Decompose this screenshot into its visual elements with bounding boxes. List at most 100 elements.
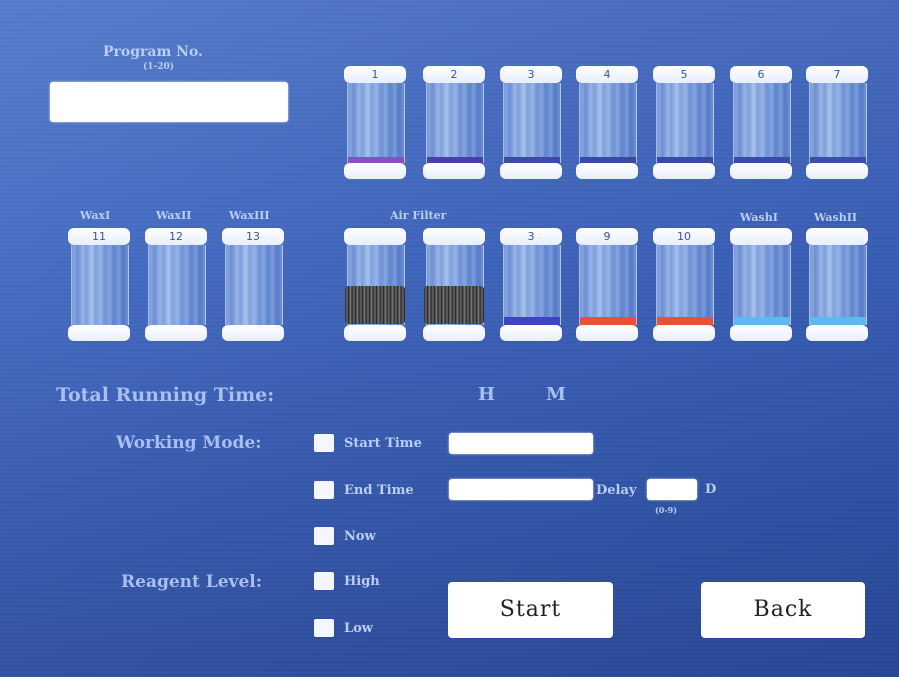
lower-bottle-body bbox=[733, 245, 791, 325]
delay-range: (0-9) bbox=[655, 505, 678, 515]
high-checkbox[interactable] bbox=[314, 572, 334, 590]
top-bottle-base bbox=[423, 163, 485, 179]
air-filter-cartridge bbox=[424, 286, 484, 324]
lower-bottle-number bbox=[730, 228, 792, 245]
wax3-label: WaxIII bbox=[229, 209, 270, 222]
lower-bottle-base bbox=[500, 325, 562, 341]
air-filter-bottle-base bbox=[344, 325, 406, 341]
top-bottle-body bbox=[809, 83, 867, 163]
top-bottle-body bbox=[426, 83, 484, 163]
air-filter-bottle-number bbox=[344, 228, 406, 245]
top-bottle[interactable]: 4 bbox=[576, 66, 638, 179]
wax2-label: WaxII bbox=[156, 209, 192, 222]
lower-bottle[interactable]: 9 bbox=[576, 228, 638, 341]
delay-input[interactable] bbox=[647, 479, 697, 500]
lower-bottle-liquid bbox=[734, 317, 790, 325]
low-checkbox[interactable] bbox=[314, 619, 334, 637]
top-bottle-base bbox=[576, 163, 638, 179]
air-filter-cartridge bbox=[345, 286, 405, 324]
top-bottle-number: 7 bbox=[806, 66, 868, 83]
program-number-input[interactable] bbox=[50, 82, 288, 122]
wax-bottle-base bbox=[145, 325, 207, 341]
lower-bottle-body bbox=[579, 245, 637, 325]
now-checkbox[interactable] bbox=[314, 527, 334, 545]
wax-bottle[interactable]: 12 bbox=[145, 228, 207, 341]
air-filter-bottle-number bbox=[423, 228, 485, 245]
lower-bottle-body bbox=[503, 245, 561, 325]
top-bottle-number: 5 bbox=[653, 66, 715, 83]
top-bottle[interactable]: 3 bbox=[500, 66, 562, 179]
top-bottle-body bbox=[347, 83, 405, 163]
start-time-checkbox[interactable] bbox=[314, 434, 334, 452]
top-bottle-number: 1 bbox=[344, 66, 406, 83]
air-filter-bottle[interactable] bbox=[423, 228, 485, 341]
lower-bottle-base bbox=[730, 325, 792, 341]
top-bottle-base bbox=[806, 163, 868, 179]
top-bottle[interactable]: 7 bbox=[806, 66, 868, 179]
wax-bottle-base bbox=[68, 325, 130, 341]
top-bottle-body bbox=[733, 83, 791, 163]
top-bottle-body bbox=[656, 83, 714, 163]
lower-bottle-liquid bbox=[657, 317, 713, 325]
lower-bottle-base bbox=[653, 325, 715, 341]
working-mode-label: Working Mode: bbox=[116, 433, 262, 453]
wax1-label: WaxI bbox=[80, 209, 111, 222]
lower-bottle[interactable]: 3 bbox=[500, 228, 562, 341]
wax-bottle-number: 13 bbox=[222, 228, 284, 245]
start-time-input[interactable] bbox=[449, 433, 593, 454]
top-bottle-number: 4 bbox=[576, 66, 638, 83]
start-button[interactable]: Start bbox=[448, 582, 613, 638]
wash2-label: WashII bbox=[814, 211, 858, 224]
lower-bottle-number: 10 bbox=[653, 228, 715, 245]
end-time-label: End Time bbox=[344, 483, 414, 498]
top-bottle-number: 3 bbox=[500, 66, 562, 83]
wax-bottle-number: 12 bbox=[145, 228, 207, 245]
end-time-input[interactable] bbox=[449, 479, 593, 500]
top-bottle-base bbox=[730, 163, 792, 179]
high-label: High bbox=[344, 574, 380, 589]
wax-bottle[interactable]: 13 bbox=[222, 228, 284, 341]
program-range: (1-20) bbox=[143, 62, 175, 72]
low-label: Low bbox=[344, 621, 374, 636]
wax-bottle[interactable]: 11 bbox=[68, 228, 130, 341]
lower-bottle[interactable]: 10 bbox=[653, 228, 715, 341]
top-bottle[interactable]: 6 bbox=[730, 66, 792, 179]
end-time-checkbox[interactable] bbox=[314, 481, 334, 499]
top-bottle-body bbox=[503, 83, 561, 163]
wash1-label: WashI bbox=[740, 211, 778, 224]
back-button[interactable]: Back bbox=[701, 582, 865, 638]
lower-bottle-body bbox=[809, 245, 867, 325]
lower-bottle-number: 9 bbox=[576, 228, 638, 245]
minutes-unit: M bbox=[546, 384, 566, 405]
screen: Program No. (1-20) 1234567 WaxI WaxII Wa… bbox=[0, 0, 899, 677]
top-bottle-number: 2 bbox=[423, 66, 485, 83]
total-running-time-label: Total Running Time: bbox=[56, 384, 275, 406]
top-bottle-number: 6 bbox=[730, 66, 792, 83]
wax-bottle-body bbox=[225, 245, 283, 325]
air-filter-label: Air Filter bbox=[390, 209, 447, 222]
wax-bottle-base bbox=[222, 325, 284, 341]
top-bottle[interactable]: 1 bbox=[344, 66, 406, 179]
wax-bottle-body bbox=[71, 245, 129, 325]
lower-bottle[interactable] bbox=[806, 228, 868, 341]
lower-bottle-base bbox=[576, 325, 638, 341]
hours-unit: H bbox=[478, 384, 496, 405]
lower-bottle-liquid bbox=[810, 317, 866, 325]
top-bottle[interactable]: 2 bbox=[423, 66, 485, 179]
top-bottle[interactable]: 5 bbox=[653, 66, 715, 179]
lower-bottle[interactable] bbox=[730, 228, 792, 341]
lower-bottle-number: 3 bbox=[500, 228, 562, 245]
lower-bottle-base bbox=[806, 325, 868, 341]
delay-label: Delay bbox=[596, 483, 637, 498]
lower-bottle-liquid bbox=[504, 317, 560, 325]
wax-bottle-body bbox=[148, 245, 206, 325]
top-bottle-base bbox=[653, 163, 715, 179]
air-filter-bottle-base bbox=[423, 325, 485, 341]
now-label: Now bbox=[344, 529, 376, 544]
top-bottle-body bbox=[579, 83, 637, 163]
reagent-level-label: Reagent Level: bbox=[121, 572, 262, 592]
air-filter-bottle[interactable] bbox=[344, 228, 406, 341]
top-bottle-base bbox=[500, 163, 562, 179]
lower-bottle-liquid bbox=[580, 317, 636, 325]
top-bottle-base bbox=[344, 163, 406, 179]
